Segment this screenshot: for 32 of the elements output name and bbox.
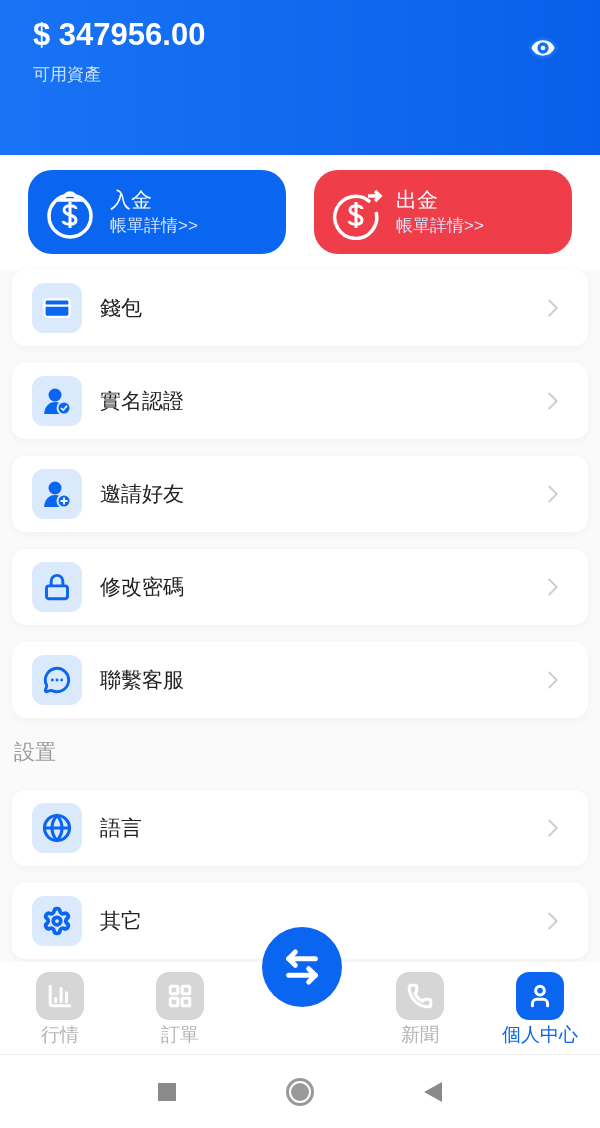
section-title: 設置 <box>14 739 57 765</box>
lock-icon <box>43 573 71 601</box>
menu-item[interactable]: 邀請好友 <box>12 456 588 532</box>
menu-item[interactable]: 修改密碼 <box>12 549 588 625</box>
home-icon[interactable] <box>286 1077 314 1106</box>
menu-item[interactable]: 錢包 <box>12 270 588 346</box>
tab-icon <box>167 983 193 1009</box>
deposit-button[interactable]: 入金 帳單詳情>> <box>28 170 286 254</box>
menu-item[interactable]: 其它 <box>12 882 588 959</box>
menu-item[interactable]: 聯繫客服 <box>12 642 588 718</box>
menu-item[interactable]: 實名認證 <box>12 363 588 439</box>
menu-label: 其它 <box>100 907 142 934</box>
chat-icon <box>43 666 71 694</box>
tab-icon <box>47 983 73 1009</box>
menu-label: 修改密碼 <box>100 574 184 601</box>
menu-label: 語言 <box>100 814 142 841</box>
back-icon[interactable] <box>424 1081 442 1102</box>
balance-label: 可用資產 <box>33 64 102 86</box>
user-add-icon <box>42 479 72 509</box>
menu-label: 錢包 <box>100 295 142 322</box>
menu-label: 聯繫客服 <box>100 667 184 694</box>
menu-label: 邀請好友 <box>100 481 184 508</box>
menu-label: 實名認證 <box>100 388 184 415</box>
withdraw-button[interactable]: 出金 帳單詳情>> <box>314 170 572 254</box>
tab-icon <box>407 983 433 1009</box>
recent-apps-icon[interactable] <box>158 1082 176 1101</box>
menu-item[interactable]: 語言 <box>12 789 588 866</box>
tab[interactable]: 個人中心 <box>480 962 600 1048</box>
globe-icon <box>42 812 72 843</box>
user-check-icon <box>42 386 72 416</box>
balance-amount: $ 347956.00 <box>33 16 206 54</box>
settings-icon <box>42 905 72 936</box>
